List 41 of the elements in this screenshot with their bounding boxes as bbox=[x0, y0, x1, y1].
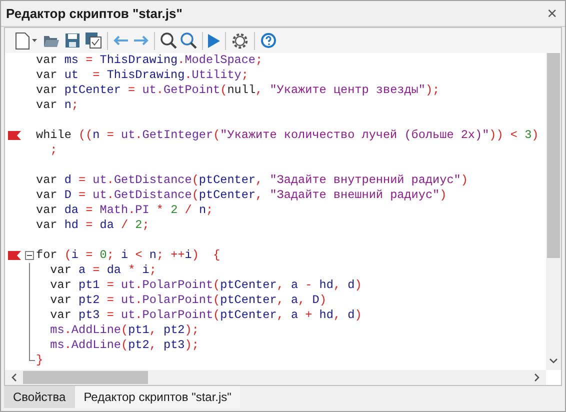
search-icon[interactable] bbox=[160, 32, 177, 49]
code-line: var hd = da / 2; bbox=[36, 218, 150, 233]
folder-icon[interactable] bbox=[43, 34, 60, 48]
window-title: Редактор скриптов "star.js" bbox=[6, 4, 182, 23]
bottom-tab[interactable]: Редактор скриптов "star.js" bbox=[74, 386, 240, 408]
save-icon[interactable] bbox=[65, 33, 80, 48]
flag-icon bbox=[8, 251, 21, 260]
help-icon[interactable] bbox=[260, 32, 277, 49]
code-line: var D = ut.GetDistance(ptCenter, "Задайте внешний радиус") bbox=[36, 188, 447, 203]
scroll-right-icon[interactable] bbox=[534, 373, 540, 382]
code-line: ms.AddLine(pt1, pt2); bbox=[49, 323, 199, 338]
code-line: var pt1 = ut.PolarPoint(ptCenter, a - hd, d) bbox=[49, 278, 362, 293]
run-icon[interactable] bbox=[208, 34, 220, 48]
code-line: var d = ut.GetDistance(ptCenter, "Задайте внутренний радиус") bbox=[36, 173, 468, 188]
code-line: ms.AddLine(pt2, pt3); bbox=[49, 338, 199, 353]
search-refresh-icon[interactable] bbox=[180, 32, 197, 49]
fold-toggle[interactable] bbox=[25, 251, 34, 260]
code-line: } bbox=[36, 353, 44, 368]
code-line: var ms = ThisDrawing.ModelSpace; bbox=[36, 53, 263, 68]
code-line: var pt2 = ut.PolarPoint(ptCenter, a, D) bbox=[49, 293, 326, 308]
code-line: while ((n = ut.GetInteger("Укажите количество лучей (больше 2х)")) < 3) bbox=[36, 128, 539, 143]
code-line: var da = Math.PI * 2 / n; bbox=[36, 203, 214, 218]
code-line: ; bbox=[49, 143, 58, 158]
new-file-icon[interactable] bbox=[15, 32, 30, 50]
code-line: for (i = 0; i < n; ++i) { bbox=[36, 248, 220, 263]
code-line: var ut = ThisDrawing.Utility; bbox=[36, 68, 248, 83]
code-line: var pt3 = ut.PolarPoint(ptCenter, a + hd, d) bbox=[49, 308, 362, 323]
code-line: var a = da * i; bbox=[49, 263, 156, 278]
scroll-down-icon[interactable] bbox=[549, 358, 558, 364]
caret-icon[interactable] bbox=[32, 39, 37, 42]
settings-icon[interactable] bbox=[231, 32, 249, 50]
scroll-left-icon[interactable] bbox=[11, 373, 17, 382]
code-line: var n; bbox=[36, 98, 79, 113]
minus-icon bbox=[27, 253, 32, 258]
bottom-tab[interactable]: Свойства bbox=[4, 386, 75, 408]
vertical-scrollbar[interactable] bbox=[546, 53, 561, 370]
code-line: var ptCenter = ut.GetPoint(null, "Укажите центр звезды"); bbox=[36, 83, 440, 98]
close-button[interactable]: × bbox=[544, 5, 560, 22]
flag-icon bbox=[8, 131, 21, 140]
save-all-icon[interactable] bbox=[85, 32, 102, 49]
horizontal-scrollbar[interactable] bbox=[5, 370, 546, 385]
